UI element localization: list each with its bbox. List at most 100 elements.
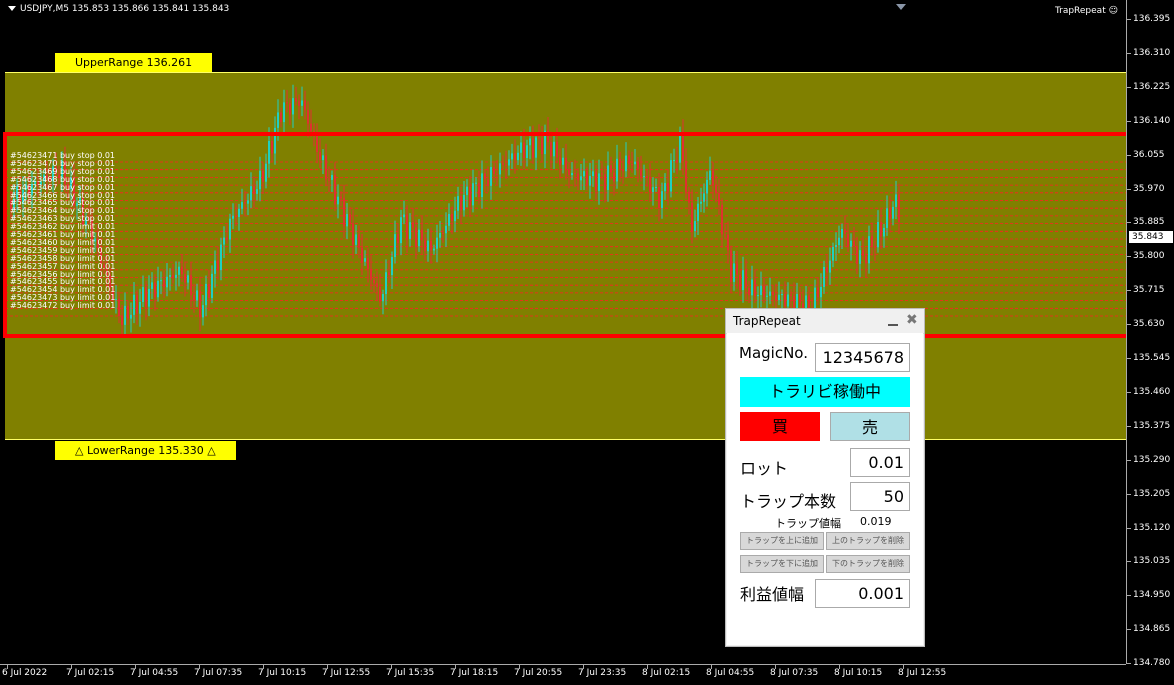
trap-repeat-panel[interactable]: TrapRepeat ✖ MagicNo. トラリビ稼働中 買 売 ロット トラ… <box>725 308 925 647</box>
panel-body: MagicNo. トラリビ稼働中 買 売 ロット トラップ本数 トラップ値幅 0… <box>727 333 923 645</box>
sell-button[interactable]: 売 <box>830 412 910 441</box>
candle-body <box>307 110 309 124</box>
profit-width-label: 利益値幅 <box>740 585 805 604</box>
lower-range-label[interactable]: △ LowerRange 135.330 △ <box>55 441 236 460</box>
add-trap-below-button[interactable]: トラップを下に追加 <box>740 555 824 573</box>
price-tick-label: 35.630 <box>1133 319 1165 330</box>
candle-body <box>301 100 303 106</box>
candle-body <box>310 123 312 132</box>
price-axis[interactable]: 35.843 136.395 136.310 136.225 136.140 36.05… <box>1126 0 1174 668</box>
time-tick-label: 8 Jul 10:15 <box>834 668 883 678</box>
time-tick-mark <box>583 665 584 669</box>
symbol-info: USDJPY,M5 135.853 135.866 135.841 135.84… <box>8 4 229 14</box>
time-tick-label: 7 Jul 18:15 <box>450 668 499 678</box>
price-tick-mark <box>1127 154 1131 156</box>
ea-name-text: TrapRepeat <box>1054 6 1106 16</box>
price-tick-mark <box>1127 86 1131 88</box>
price-tick-label: 136.140 <box>1133 115 1171 126</box>
candle-body <box>289 103 291 115</box>
price-tick-label: 136.225 <box>1133 81 1171 92</box>
time-tick-mark <box>647 665 648 669</box>
profit-width-input[interactable] <box>815 579 910 608</box>
time-tick-label: 7 Jul 07:35 <box>194 668 243 678</box>
delete-trap-above-button[interactable]: 上のトラップを削除 <box>826 532 910 550</box>
buy-button[interactable]: 買 <box>740 412 820 441</box>
close-icon[interactable]: ✖ <box>906 313 918 327</box>
price-tick-label: 136.310 <box>1133 47 1171 58</box>
time-tick-label: 6 Jul 2022 <box>2 668 48 678</box>
ea-name: TrapRepeat ☺ <box>1055 6 1118 16</box>
time-tick-mark <box>199 665 200 669</box>
price-tick-label: 135.460 <box>1133 386 1171 397</box>
time-tick-label: 7 Jul 23:35 <box>578 668 627 678</box>
price-tick-mark <box>1127 222 1131 224</box>
price-tick-mark <box>1127 52 1131 54</box>
time-tick-mark <box>903 665 904 669</box>
time-tick-mark <box>327 665 328 669</box>
price-tick-label: 135.035 <box>1133 556 1171 567</box>
trap-width-value: 0.019 <box>860 515 892 528</box>
chart-area[interactable]: UpperRange 136.261 △ LowerRange 135.330 … <box>0 0 1126 664</box>
time-axis[interactable]: 6 Jul 2022 7 Jul 02:15 7 Jul 04:55 7 Jul 07… <box>0 664 1126 685</box>
trap-count-input[interactable] <box>850 482 910 511</box>
price-tick-mark <box>1127 188 1131 190</box>
time-tick-mark <box>839 665 840 669</box>
price-tick-mark <box>1127 425 1131 427</box>
delete-trap-below-button[interactable]: 下のトラップを削除 <box>826 555 910 573</box>
price-tick-label: 134.865 <box>1133 624 1171 635</box>
candle-body <box>295 98 297 102</box>
time-tick-label: 7 Jul 12:55 <box>322 668 371 678</box>
price-tick-mark <box>1127 120 1131 122</box>
bid-price-tag: 35.843 <box>1129 231 1173 243</box>
lot-input[interactable] <box>850 448 910 477</box>
time-tick-label: 7 Jul 02:15 <box>66 668 115 678</box>
price-tick-label: 35.970 <box>1133 183 1165 194</box>
price-tick-mark <box>1127 324 1131 326</box>
magic-label: MagicNo. <box>739 344 808 362</box>
symbol-info-text: USDJPY,M5 135.853 135.866 135.841 135.84… <box>20 4 230 14</box>
price-tick-mark <box>1127 256 1131 258</box>
time-tick-mark <box>135 665 136 669</box>
shift-marker-icon[interactable] <box>896 4 906 10</box>
panel-titlebar[interactable]: TrapRepeat ✖ <box>726 309 924 334</box>
price-tick-mark <box>1127 493 1131 495</box>
price-tick-label: 136.395 <box>1133 14 1171 24</box>
trap-width-label: トラップ値幅 <box>775 517 841 530</box>
price-tick-mark <box>1127 391 1131 393</box>
candle-body <box>283 102 285 123</box>
trap-count-label: トラップ本数 <box>740 492 837 511</box>
time-tick-label: 8 Jul 07:35 <box>770 668 819 678</box>
price-tick-mark <box>1127 290 1131 292</box>
price-tick-mark <box>1127 358 1131 359</box>
price-tick-label: 35.885 <box>1133 217 1165 228</box>
price-tick-mark <box>1127 527 1131 529</box>
price-tick-mark <box>1127 19 1131 20</box>
candle-body <box>298 101 300 106</box>
price-tick-mark <box>1127 663 1131 665</box>
time-tick-label: 7 Jul 10:15 <box>258 668 307 678</box>
price-tick-mark <box>1127 595 1131 597</box>
time-tick-label: 7 Jul 20:55 <box>514 668 563 678</box>
lot-label: ロット <box>740 459 789 478</box>
time-tick-mark <box>7 665 8 669</box>
upper-range-label[interactable]: UpperRange 136.261 <box>55 53 213 72</box>
price-tick-label: 135.375 <box>1133 420 1171 431</box>
time-tick-label: 7 Jul 04:55 <box>130 668 179 678</box>
status-button[interactable]: トラリビ稼働中 <box>740 377 910 407</box>
time-tick-label: 8 Jul 02:15 <box>642 668 691 678</box>
minimize-icon[interactable] <box>888 324 898 326</box>
menu-triangle-icon[interactable] <box>8 6 16 11</box>
price-tick-label: 135.545 <box>1133 353 1171 363</box>
price-tick-label: 134.780 <box>1133 658 1171 669</box>
add-trap-above-button[interactable]: トラップを上に追加 <box>740 532 824 550</box>
time-tick-mark <box>775 665 776 669</box>
candle-body <box>280 112 282 123</box>
smiley-icon[interactable]: ☺ <box>1109 6 1118 16</box>
time-tick-mark <box>519 665 520 669</box>
price-tick-label: 135.290 <box>1133 454 1171 465</box>
price-tick-label: 134.950 <box>1133 590 1171 601</box>
price-tick-label: 135.120 <box>1133 522 1171 533</box>
magic-input[interactable] <box>815 343 910 372</box>
candle-body <box>304 100 306 111</box>
time-tick-mark <box>711 665 712 669</box>
